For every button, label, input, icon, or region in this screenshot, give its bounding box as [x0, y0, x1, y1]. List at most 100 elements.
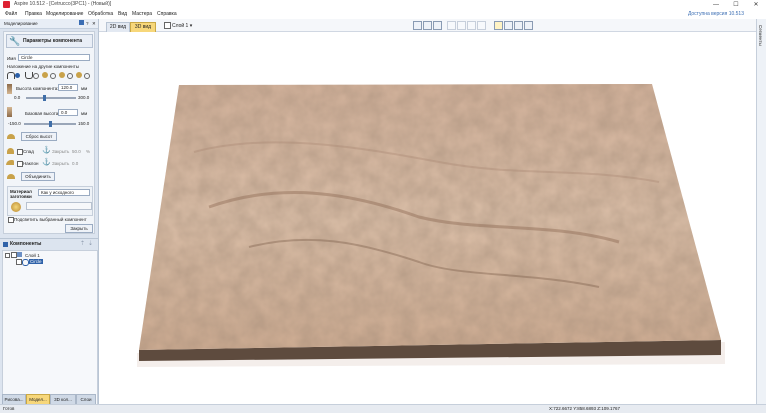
- panel-close-icon[interactable]: ✕: [92, 21, 96, 27]
- fade-shift-label: Закрыть: [52, 149, 70, 154]
- shade-icon[interactable]: [524, 21, 533, 30]
- layer-visibility-icon[interactable]: [164, 22, 171, 29]
- base-height-icon: [7, 107, 12, 117]
- pin-icon[interactable]: [79, 20, 84, 25]
- maximize-button[interactable]: ☐: [726, 0, 746, 10]
- base-height-label: Базовая высота:: [25, 111, 60, 116]
- menu-machining[interactable]: Обработка: [88, 10, 113, 19]
- menu-edit[interactable]: Правка: [25, 10, 42, 19]
- height-min: 0.0: [14, 95, 21, 100]
- height-unit: мм: [81, 86, 88, 91]
- overlay-mode-row: [7, 72, 93, 80]
- material-select[interactable]: Как у исходного: [38, 189, 90, 196]
- menu-wizards[interactable]: Мастера: [132, 10, 152, 19]
- zoom-box-icon[interactable]: [457, 21, 466, 30]
- menu-file[interactable]: Файл: [5, 10, 17, 19]
- highlight-label: Подсветить выбранный компонент: [14, 217, 87, 222]
- close-button[interactable]: Закрыть: [65, 224, 93, 233]
- zoom-icon[interactable]: [447, 21, 456, 30]
- components-icon: [3, 242, 8, 247]
- zoom-fit-icon[interactable]: [413, 21, 422, 30]
- circle-component-icon: [22, 259, 29, 266]
- base-height-input[interactable]: 0.0: [58, 109, 78, 116]
- base-slider-thumb[interactable]: [49, 121, 52, 127]
- tree-expand-icon[interactable]: [5, 253, 10, 258]
- add-mode-icon[interactable]: [7, 72, 15, 79]
- color-icon[interactable]: [504, 21, 513, 30]
- panel-header-title: Моделирование: [4, 21, 38, 26]
- tree-item-layer[interactable]: Слой 1: [25, 253, 40, 258]
- move-down-icon[interactable]: ⇣: [88, 240, 93, 247]
- tilt-anchor-icon[interactable]: ⚓: [42, 159, 51, 167]
- material-sphere-icon: [11, 202, 21, 212]
- height-slider-track[interactable]: [26, 97, 76, 99]
- window-title: Aspire 10.512 - [Cetrucco(3PC1) - (Новый…: [14, 1, 112, 7]
- overlay-label: Наложение на другие компоненты: [7, 64, 79, 69]
- multiply-mode-icon[interactable]: [76, 72, 82, 78]
- tilt-value[interactable]: 0.0: [72, 161, 78, 166]
- low-mode-radio[interactable]: [67, 73, 73, 79]
- height-input[interactable]: 120.0: [58, 84, 78, 91]
- tilt-shift-label: Закрыть: [52, 161, 70, 166]
- anchor-icon[interactable]: ⚓: [42, 147, 51, 155]
- high-mode-icon[interactable]: [42, 72, 48, 78]
- fade-label: Спад: [23, 149, 34, 154]
- component-params-box: 🔧 Параметры компонента Имя Circle Наложе…: [3, 31, 95, 234]
- reset-heights-button[interactable]: Сброс высот: [21, 132, 57, 141]
- pan-icon[interactable]: [467, 21, 476, 30]
- menu-modeling[interactable]: Моделирование: [46, 10, 83, 19]
- section-title: Параметры компонента: [23, 38, 83, 44]
- base-height-min: -150.0: [8, 121, 21, 126]
- 3d-viewport[interactable]: [99, 32, 756, 404]
- height-slider-thumb[interactable]: [43, 95, 46, 101]
- layer-icon: [17, 252, 22, 257]
- close-window-button[interactable]: ✕: [746, 0, 766, 10]
- subtract-mode-radio[interactable]: [33, 73, 39, 79]
- select-icon[interactable]: [494, 21, 503, 30]
- reset-icon: [7, 134, 15, 139]
- add-mode-radio[interactable]: [15, 73, 20, 78]
- wrench-icon: 🔧: [9, 36, 21, 46]
- layer-dropdown[interactable]: Слой 1 ▾: [172, 23, 192, 29]
- modeling-panel: Моделирование ? ✕ 🔧 Параметры компонента…: [0, 19, 99, 412]
- multiply-mode-radio[interactable]: [84, 73, 90, 79]
- low-mode-icon[interactable]: [59, 72, 65, 78]
- fade-value[interactable]: 50.0: [72, 149, 81, 154]
- tree-item-circle[interactable]: Circle: [29, 259, 43, 264]
- material-label: Материал заготовки: [10, 189, 32, 199]
- components-header: Компоненты ⇡ ⇣: [0, 238, 98, 249]
- minimize-button[interactable]: —: [706, 0, 726, 10]
- segments-tab[interactable]: Сегменты: [758, 25, 763, 46]
- height-icon: [7, 84, 12, 94]
- measure-icon[interactable]: [477, 21, 486, 30]
- help-icon[interactable]: ?: [86, 21, 89, 26]
- terrain-model: [137, 84, 725, 367]
- material-view-icon[interactable]: [514, 21, 523, 30]
- menu-bar: Файл Правка Моделирование Обработка Вид …: [0, 10, 766, 19]
- high-mode-radio[interactable]: [50, 73, 56, 79]
- fade-unit: %: [86, 149, 91, 154]
- components-title: Компоненты: [10, 241, 42, 247]
- fade-icon: [7, 148, 14, 154]
- tilt-icon: [6, 160, 14, 165]
- height-label: Высота компонента:: [16, 86, 59, 91]
- subtract-mode-icon[interactable]: [25, 72, 33, 79]
- update-link[interactable]: Доступна версия 10.513: [688, 10, 744, 19]
- base-height-unit: мм: [81, 111, 88, 116]
- grid-icon[interactable]: [433, 21, 442, 30]
- name-input[interactable]: Circle: [18, 54, 90, 61]
- menu-help[interactable]: Справка: [157, 10, 177, 19]
- terrain-texture: [139, 84, 721, 350]
- height-max: 300.0: [78, 95, 90, 100]
- merge-button[interactable]: Объединить: [21, 172, 55, 181]
- menu-view[interactable]: Вид: [118, 10, 127, 19]
- components-tree: Слой 1 Circle: [2, 250, 98, 412]
- merge-icon: [7, 174, 15, 179]
- move-up-icon[interactable]: ⇡: [80, 240, 85, 247]
- grid-view-icon[interactable]: [423, 21, 432, 30]
- tilt-label: Наклон: [23, 161, 39, 166]
- material-group: Материал заготовки Как у исходного: [7, 186, 93, 216]
- status-text: Готов: [3, 406, 15, 411]
- base-height-max: 150.0: [78, 121, 90, 126]
- material-swatch[interactable]: [26, 202, 92, 210]
